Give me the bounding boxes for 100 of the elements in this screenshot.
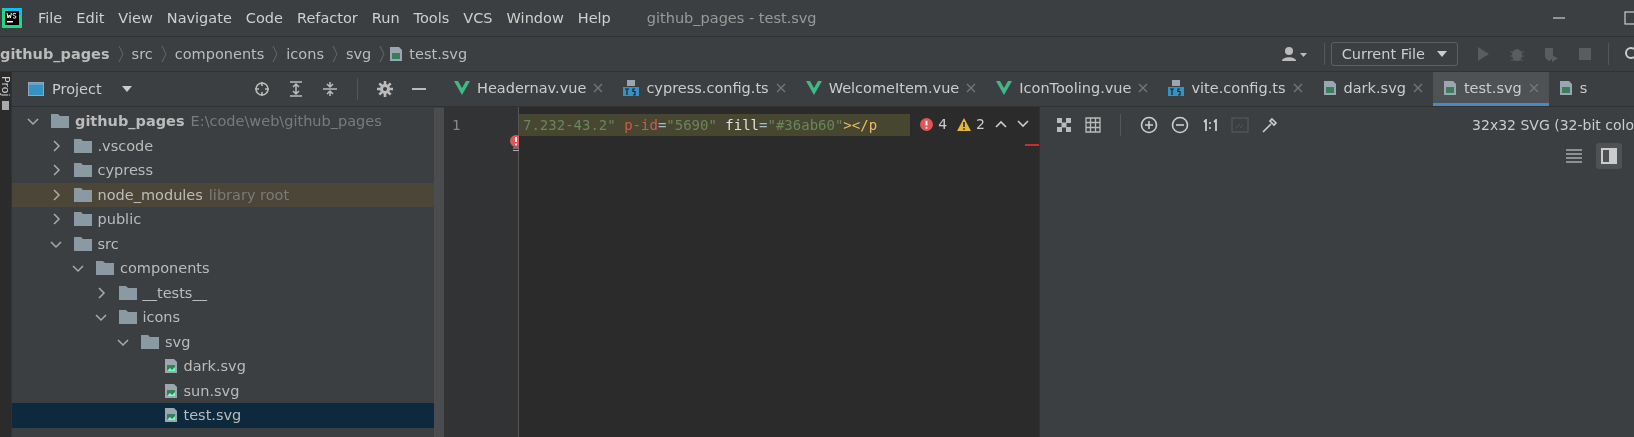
menu-item[interactable]: Help: [577, 10, 611, 26]
chevron-down-icon[interactable]: [94, 311, 107, 324]
tree-item[interactable]: src: [12, 231, 434, 256]
tree-item[interactable]: components: [12, 256, 434, 281]
tree-item[interactable]: github_pages E:\code\web\github_pages: [12, 109, 434, 134]
breadcrumb[interactable]: svg: [345, 46, 372, 62]
menu-item[interactable]: Navigate: [166, 10, 232, 26]
caret-icon: [1437, 51, 1447, 57]
maximize-icon[interactable]: [1624, 11, 1634, 25]
menu-item[interactable]: Window: [506, 10, 564, 26]
chevron-icon: [272, 44, 279, 64]
panel-toggle-button[interactable]: [1596, 143, 1622, 169]
image-info: 32x32 SVG (32-bit colo: [1472, 117, 1634, 133]
chevron-up-icon[interactable]: [995, 120, 1007, 128]
v-logo-icon: [996, 80, 1013, 95]
image-file-icon: [163, 407, 178, 424]
chevron-down-icon[interactable]: [27, 115, 39, 128]
editor-tab[interactable]: dark.svg: [1312, 72, 1433, 106]
editor-tab[interactable]: IconTooling.vue: [986, 72, 1159, 106]
editor-tab[interactable]: test.svg: [1432, 72, 1549, 106]
run-configuration-dropdown[interactable]: Current File: [1330, 42, 1458, 66]
editor-tab[interactable]: Headernav.vue: [444, 72, 614, 106]
tree-item[interactable]: public: [12, 207, 434, 232]
target-icon[interactable]: [254, 81, 270, 97]
ts-file-icon: [1168, 79, 1185, 96]
expand-all-icon[interactable]: [288, 81, 304, 97]
error-stripe-mark: [1025, 144, 1039, 146]
folder-icon: [73, 138, 92, 153]
menu-item[interactable]: File: [38, 10, 63, 26]
window-title: github_pages - test.svg: [646, 10, 817, 26]
folder-icon: [73, 236, 92, 251]
tree-item[interactable]: test.svg: [12, 403, 434, 428]
chevron-icon: [160, 44, 167, 64]
error-count[interactable]: 4: [920, 116, 948, 132]
editor-tab[interactable]: WelcomeItem.vue: [795, 72, 987, 106]
breadcrumb[interactable]: src: [131, 46, 153, 62]
editor-tab[interactable]: s: [1548, 72, 1598, 106]
folder-icon: [96, 261, 114, 276]
breadcrumb[interactable]: test.svg: [409, 46, 468, 62]
color-picker-icon[interactable]: [1262, 117, 1278, 133]
chevron-icon: [379, 44, 386, 64]
folder-icon: [73, 212, 92, 227]
panel-icon: [28, 82, 44, 96]
menu-item[interactable]: Code: [245, 10, 283, 26]
fit-icon[interactable]: [1056, 117, 1072, 133]
close-icon[interactable]: [1292, 82, 1303, 93]
close-icon[interactable]: [966, 82, 977, 93]
tree-item[interactable]: dark.svg: [12, 354, 434, 379]
chevron-icon: [117, 44, 124, 64]
tree-item[interactable]: cypress: [12, 158, 434, 183]
user-icon[interactable]: [1280, 46, 1309, 62]
folder-icon: [73, 187, 92, 202]
tree-item[interactable]: icons: [12, 305, 434, 330]
settings-icon[interactable]: [377, 81, 393, 97]
folder-icon: [141, 334, 159, 349]
menu-item[interactable]: Run: [371, 10, 400, 26]
error-icon: [920, 117, 934, 131]
split-panel-icon: [1601, 148, 1617, 164]
line-number: 1: [452, 116, 461, 135]
tree-item[interactable]: sun.svg: [12, 378, 434, 403]
menu-item[interactable]: Edit: [76, 10, 105, 26]
warning-icon: [957, 117, 972, 131]
v-logo-icon: [454, 80, 470, 95]
image-file-icon: [1558, 79, 1573, 96]
chevron-down-icon[interactable]: [72, 262, 84, 275]
collapse-all-icon[interactable]: [322, 81, 338, 97]
editor-tab[interactable]: vite.config.ts: [1158, 72, 1313, 106]
scrollbar[interactable]: [434, 108, 444, 437]
menu-item[interactable]: Refactor: [296, 10, 358, 26]
tree-item[interactable]: node_modules library root: [12, 182, 434, 207]
breadcrumb[interactable]: github_pages: [0, 46, 110, 62]
folder-icon: [118, 310, 137, 325]
chevron-down-icon[interactable]: [1017, 120, 1029, 128]
actual-size-icon[interactable]: [1202, 119, 1218, 131]
dropdown-icon[interactable]: [121, 86, 132, 92]
image-file-icon: [1442, 79, 1457, 96]
close-icon[interactable]: [1412, 82, 1423, 93]
square-icon[interactable]: [2, 100, 9, 110]
editor-tab[interactable]: cypress.config.ts: [613, 72, 796, 106]
menu-item[interactable]: View: [118, 10, 153, 26]
close-icon[interactable]: [775, 82, 786, 93]
v-logo-icon: [805, 80, 822, 95]
image-file-icon: [1322, 79, 1337, 96]
list-icon[interactable]: [1566, 149, 1582, 163]
menu-item[interactable]: VCS: [463, 10, 493, 26]
zoom-out-icon[interactable]: [1171, 116, 1189, 134]
image-file-icon: [163, 358, 178, 375]
app-logo-icon: [2, 8, 22, 28]
grid-icon[interactable]: [1085, 117, 1101, 133]
zoom-in-icon[interactable]: [1140, 116, 1158, 134]
tree-item[interactable]: svg: [12, 329, 434, 354]
breadcrumb[interactable]: icons: [286, 46, 324, 62]
breadcrumb[interactable]: components: [174, 46, 265, 62]
menu-item[interactable]: Tools: [413, 10, 450, 26]
close-icon[interactable]: [1138, 82, 1149, 93]
tree-item[interactable]: .vscode: [12, 133, 434, 158]
folder-icon: [73, 163, 92, 178]
close-icon[interactable]: [593, 82, 604, 93]
tree-item[interactable]: __tests__: [12, 280, 434, 305]
panel-title[interactable]: Project: [52, 81, 102, 97]
